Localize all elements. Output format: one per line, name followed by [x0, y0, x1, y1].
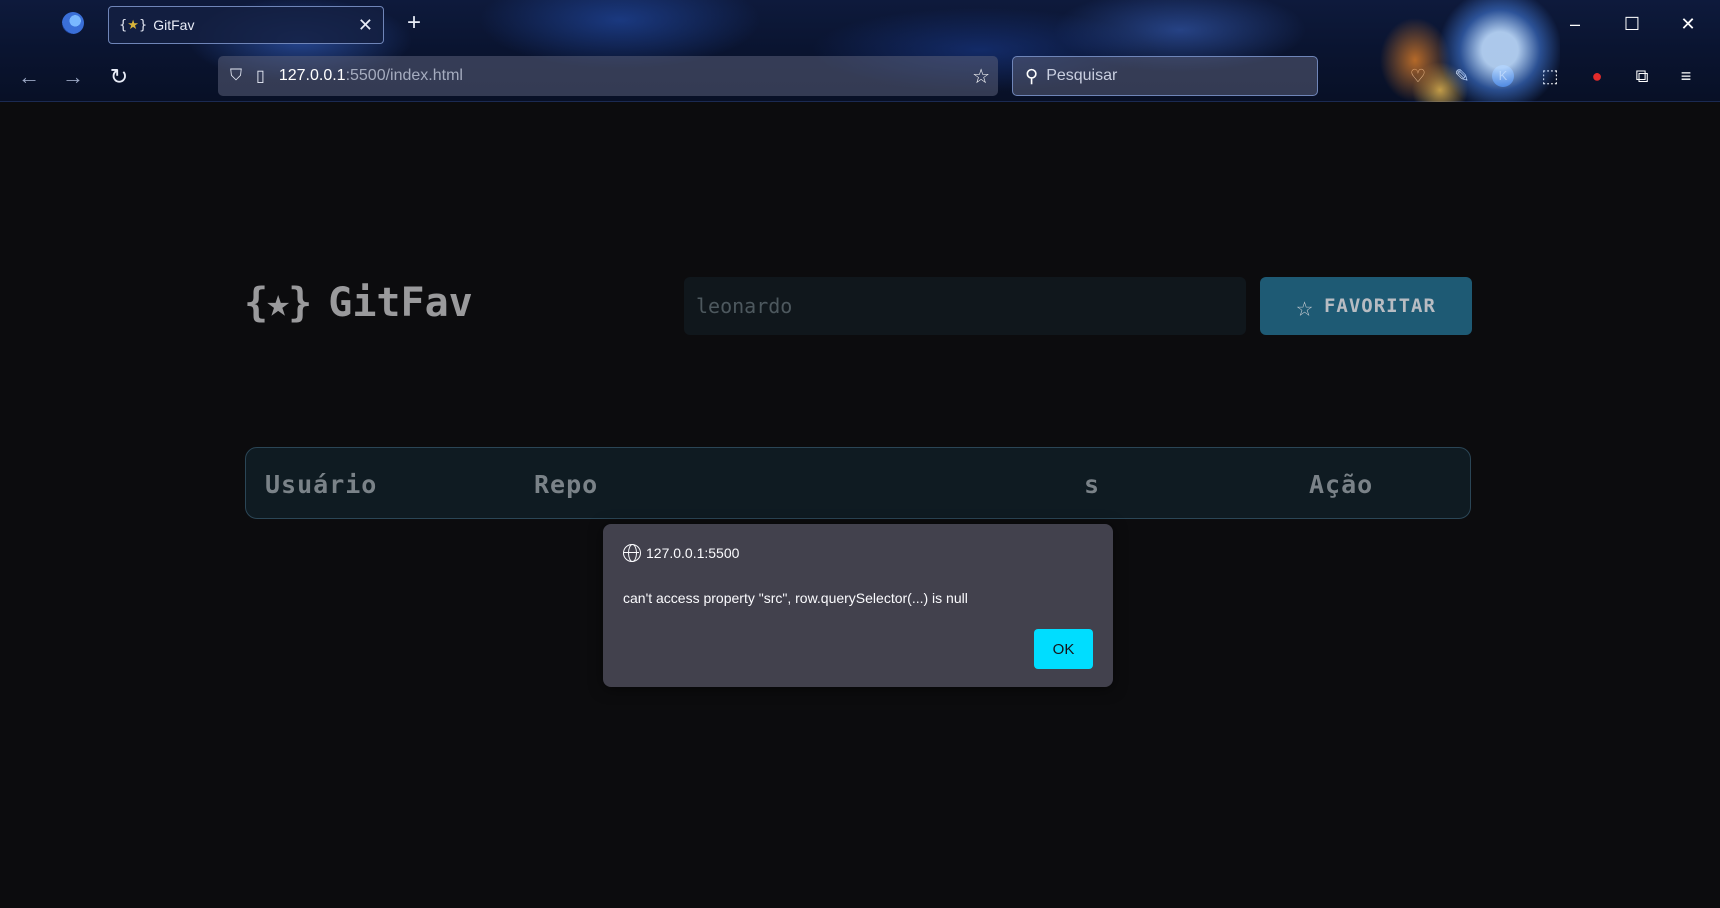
menu-icon[interactable]: ≡: [1672, 62, 1700, 90]
url-bar[interactable]: ⛉ ▯ 127.0.0.1:5500/index.html ☆: [218, 56, 998, 96]
column-action: Ação: [1309, 470, 1374, 499]
dialog-message: can't access property "src", row.querySe…: [623, 590, 968, 606]
favorite-label: FAVORITAR: [1323, 295, 1436, 317]
browser-chrome: {★} GitFav ✕ + – ☐ ✕ ← → ↻ ⛉ ▯ 127.0.0.1…: [0, 0, 1720, 102]
adblock-icon[interactable]: ●: [1583, 62, 1611, 90]
app-logo: {★} GitFav: [244, 280, 473, 326]
back-icon[interactable]: ←: [14, 62, 44, 92]
tab-favicon-icon: {★}: [119, 17, 148, 33]
search-bar[interactable]: ⚲ Pesquisar: [1012, 56, 1318, 96]
page-content: {★} GitFav ☆ FAVORITAR Usuário Repo s Aç…: [0, 102, 1720, 908]
dialog-origin: 127.0.0.1:5500: [623, 544, 739, 562]
tab-title: GitFav: [153, 17, 195, 33]
username-input[interactable]: [684, 277, 1246, 335]
tab-close-icon[interactable]: ✕: [358, 15, 373, 36]
url-path: :5500/index.html: [345, 67, 463, 84]
puzzle-icon[interactable]: ⧉: [1628, 62, 1656, 90]
forward-icon[interactable]: →: [58, 62, 88, 92]
page-icon[interactable]: ▯: [256, 66, 265, 86]
dialog-origin-text: 127.0.0.1:5500: [646, 545, 740, 561]
url-host: 127.0.0.1: [278, 67, 346, 84]
ok-button[interactable]: OK: [1034, 629, 1093, 669]
reload-icon[interactable]: ↻: [104, 62, 134, 92]
search-icon: ⚲: [1025, 65, 1039, 86]
star-icon: ☆: [1296, 289, 1314, 323]
tab-gitfav[interactable]: {★} GitFav ✕: [108, 6, 384, 44]
bookmark-star-icon[interactable]: ☆: [972, 64, 990, 89]
globe-icon: [623, 544, 641, 562]
maximize-button[interactable]: ☐: [1612, 10, 1652, 38]
search-placeholder: Pesquisar: [1046, 67, 1118, 84]
shield-icon[interactable]: ⛉: [230, 67, 242, 85]
logo-star-icon: {★}: [244, 280, 312, 326]
column-followers: s: [1084, 470, 1101, 499]
firefox-view-icon[interactable]: [62, 12, 84, 34]
new-tab-button[interactable]: +: [400, 10, 428, 38]
column-repos: Repo: [534, 470, 599, 499]
theme-artwork: [1360, 0, 1560, 102]
window-close-button[interactable]: ✕: [1668, 10, 1708, 38]
minimize-button[interactable]: –: [1555, 10, 1595, 38]
alert-dialog: 127.0.0.1:5500 can't access property "sr…: [603, 524, 1113, 687]
table-header: Usuário Repo s Ação: [245, 447, 1471, 519]
column-user: Usuário: [265, 470, 378, 499]
logo-text: GitFav: [328, 280, 473, 326]
favorite-button[interactable]: ☆ FAVORITAR: [1260, 277, 1472, 335]
